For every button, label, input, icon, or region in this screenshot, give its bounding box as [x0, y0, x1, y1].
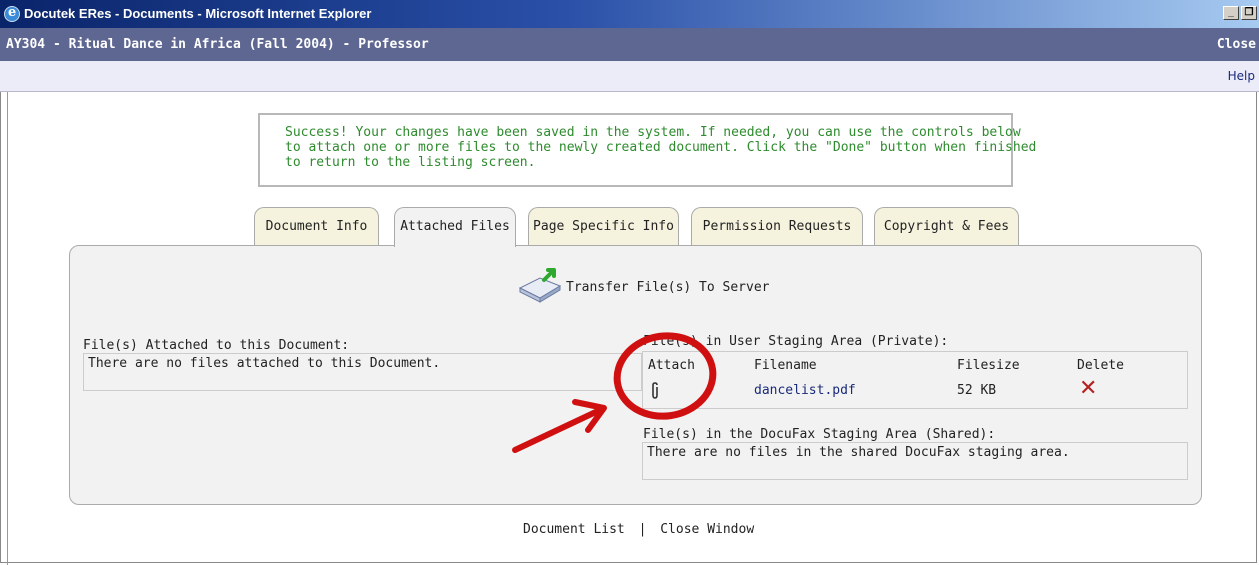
close-link[interactable]: Close: [1217, 37, 1256, 52]
column-header-filename: Filename: [754, 358, 817, 373]
footer-separator: |: [638, 522, 647, 537]
tab-copyright-fees[interactable]: Copyright & Fees: [874, 207, 1019, 245]
internet-explorer-icon: [4, 5, 20, 22]
document-list-link[interactable]: Document List: [523, 522, 625, 537]
transfer-files-label: Transfer File(s) To Server: [566, 280, 770, 295]
paperclip-icon[interactable]: [650, 382, 660, 400]
attached-files-box: There are no files attached to this Docu…: [83, 353, 642, 391]
column-header-attach: Attach: [648, 358, 695, 373]
success-message-box: Success! Your changes have been saved in…: [258, 113, 1037, 187]
docufax-empty-text: There are no files in the shared DocuFax…: [647, 445, 1070, 460]
tab-permission-requests[interactable]: Permission Requests: [691, 207, 863, 245]
restore-button[interactable]: ❐: [1241, 6, 1257, 20]
window-title: Docutek ERes - Documents - Microsoft Int…: [24, 6, 372, 21]
docufax-staging-label: File(s) in the DocuFax Staging Area (Sha…: [643, 427, 996, 442]
attached-files-label: File(s) Attached to this Document:: [83, 338, 350, 353]
success-message-line: Success! Your changes have been saved in…: [285, 125, 1021, 140]
course-title: AY304 - Ritual Dance in Africa (Fall 200…: [6, 37, 429, 52]
tab-attached-files[interactable]: Attached Files: [394, 207, 516, 247]
staging-filename-link[interactable]: dancelist.pdf: [754, 383, 856, 398]
upload-to-server-icon: [518, 268, 562, 303]
user-staging-label: File(s) in User Staging Area (Private):: [643, 334, 949, 349]
docufax-staging-box: There are no files in the shared DocuFax…: [642, 442, 1188, 480]
column-header-delete: Delete: [1077, 358, 1124, 373]
tab-page-specific-info[interactable]: Page Specific Info: [528, 207, 679, 245]
staging-filesize: 52 KB: [957, 383, 997, 398]
window-title-bar: Docutek ERes - Documents - Microsoft Int…: [0, 0, 1259, 28]
minimize-button[interactable]: _: [1223, 6, 1239, 20]
help-bar: Help: [0, 61, 1259, 92]
delete-x-icon[interactable]: ✕: [1079, 378, 1097, 400]
close-window-link[interactable]: Close Window: [660, 522, 754, 537]
success-message-line: to attach one or more files to the newly…: [285, 140, 1037, 155]
column-header-filesize: Filesize: [957, 358, 1020, 373]
tab-document-info[interactable]: Document Info: [254, 207, 379, 245]
success-message-line: to return to the listing screen.: [285, 155, 536, 170]
help-link[interactable]: Help: [1228, 69, 1255, 83]
app-header-bar: AY304 - Ritual Dance in Africa (Fall 200…: [0, 28, 1259, 61]
attached-files-empty-text: There are no files attached to this Docu…: [88, 356, 441, 371]
footer-links: Document List | Close Window: [523, 522, 754, 537]
left-border-line: [7, 92, 8, 565]
